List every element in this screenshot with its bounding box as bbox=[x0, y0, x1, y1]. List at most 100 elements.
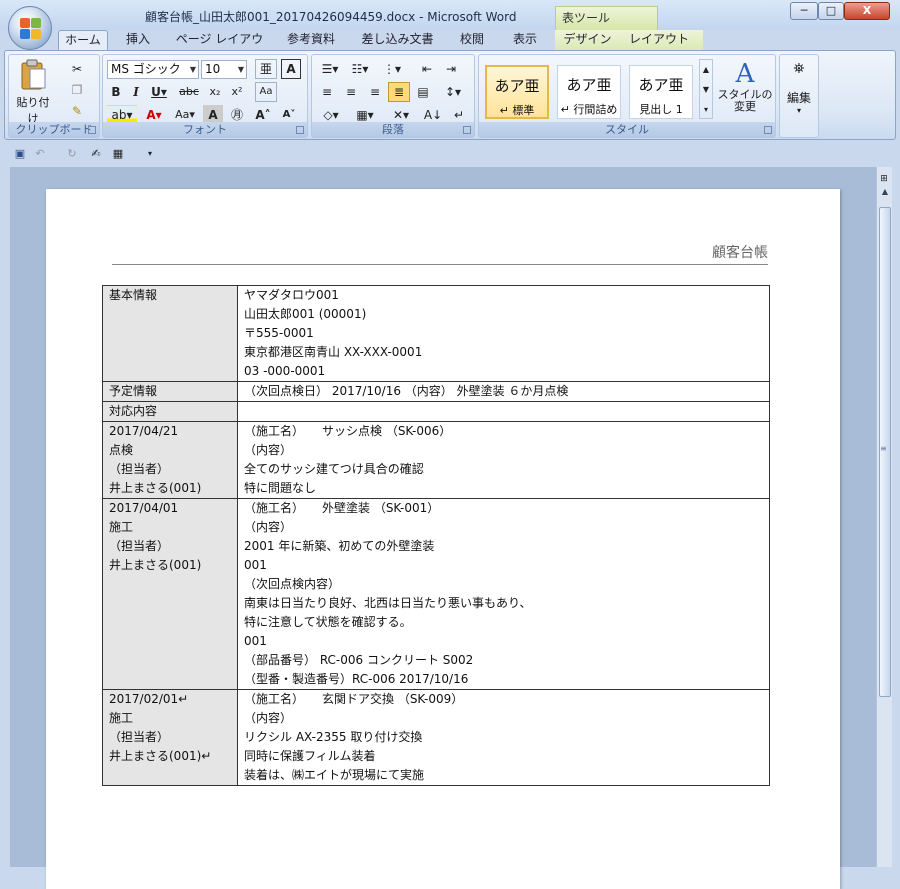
tab-table-layout[interactable]: レイアウト bbox=[628, 30, 690, 51]
ribbon: 貼り付け ▼ ✂ ❐ ✎ クリップボード MS ゴシック▼ 10▼ 亜 A B … bbox=[4, 50, 896, 140]
paragraph-group: ☰▾ ☷▾ ⋮▾ ⇤ ⇥ ≡ ≡ ≡ ≣ ▤ ↕▾ ◇▾ ▦▾ ✕▾ A↓ ↵ … bbox=[311, 54, 475, 138]
chevron-down-icon: ▼ bbox=[189, 65, 196, 74]
decrease-indent-icon[interactable]: ⇤ bbox=[416, 59, 438, 79]
clipboard-launcher-icon[interactable] bbox=[88, 126, 96, 134]
row-value-cell[interactable]: （次回点検日） 2017/10/16 （内容） 外壁塗装 ６か月点検 bbox=[237, 381, 770, 402]
row-key-cell[interactable]: 2017/02/01↵ 施工 （担当者） 井上まさる(001)↵ bbox=[102, 689, 238, 786]
save-icon[interactable]: ▣ bbox=[12, 146, 28, 162]
numbering-icon[interactable]: ☷▾ bbox=[346, 59, 374, 79]
value-line: （内容） bbox=[244, 520, 293, 534]
undo-icon[interactable]: ↶ bbox=[32, 146, 48, 162]
row-value-cell[interactable]: （施工名） 玄関ドア交換 （SK-009） （内容） リクシル AX-2355 取り… bbox=[237, 689, 770, 786]
change-styles-button[interactable]: A スタイルの 変更 bbox=[717, 59, 773, 119]
table-row: 2017/04/01 施工 （担当者） 井上まさる(001) （施工名） 外壁塗装 （S… bbox=[102, 498, 770, 690]
bold-icon[interactable]: B bbox=[107, 82, 125, 102]
align-right-icon[interactable]: ≡ bbox=[364, 82, 386, 102]
value-line: 南東は日当たり良好、北西は日当たり悪い事もあり、 bbox=[244, 596, 532, 610]
row-key-cell[interactable]: 基本情報 bbox=[102, 285, 238, 382]
ribbon-tabs: ホーム 挿入 ページ レイアウト 参考資料 差し込み文書 校閲 表示 デザイン … bbox=[0, 30, 900, 76]
subscript-icon[interactable]: x₂ bbox=[205, 82, 225, 102]
grip-icon: ≡ bbox=[880, 444, 887, 453]
styles-launcher-icon[interactable] bbox=[764, 126, 772, 134]
document-area: 顧客台帳 基本情報 ヤマダタロウ001 山田太郎001 (00001) 〒555-00… bbox=[10, 167, 876, 889]
value-line: リクシル AX-2355 取り付け交換 bbox=[244, 730, 423, 744]
bullets-icon[interactable]: ☰▾ bbox=[316, 59, 344, 79]
line-spacing-icon[interactable]: ↕▾ bbox=[440, 82, 466, 102]
align-center-icon[interactable]: ≡ bbox=[340, 82, 362, 102]
table-row: 予定情報 （次回点検日） 2017/10/16 （内容） 外壁塗装 ６か月点検 bbox=[102, 381, 770, 402]
row-value-cell[interactable]: （施工名） サッシ点検 （SK-006） （内容） 全てのサッシ建てつけ具合の確認特… bbox=[237, 421, 770, 499]
row-key-cell[interactable]: 対応内容 bbox=[102, 401, 238, 422]
row-value-cell[interactable]: （施工名） 外壁塗装 （SK-001） （内容） 2001 年に新築、初めての外壁塗… bbox=[237, 498, 770, 690]
font-group-label: フォント bbox=[103, 122, 307, 137]
tab-home[interactable]: ホーム bbox=[58, 30, 108, 51]
styles-scroll-icon[interactable]: ▲ ▼ ▾ bbox=[699, 59, 713, 119]
page-header: 顧客台帳 bbox=[712, 245, 768, 261]
tab-mailings[interactable]: 差し込み文書 bbox=[355, 30, 440, 51]
quick-access-toolbar: ▣ ↶ ↻ ✍ ▦ ▾ bbox=[8, 143, 208, 165]
style-heading-1[interactable]: あア亜 見出し 1 bbox=[629, 65, 693, 119]
font-size-combo[interactable]: 10 ▼ bbox=[201, 60, 247, 79]
clear-format-icon[interactable]: Aa bbox=[255, 82, 277, 102]
row-value-cell[interactable]: ヤマダタロウ001 山田太郎001 (00001) 〒555-0001 東京都港区南青… bbox=[237, 285, 770, 382]
row-key-cell[interactable]: 予定情報 bbox=[102, 381, 238, 402]
binoculars-icon: ⛯ bbox=[793, 61, 805, 77]
style-name: ↵ 行間詰め bbox=[560, 103, 618, 116]
row-key-cell[interactable]: 2017/04/21 点検 （担当者） 井上まさる(001) bbox=[102, 421, 238, 499]
tab-table-design[interactable]: デザイン bbox=[560, 30, 615, 51]
maximize-button[interactable]: □ bbox=[818, 2, 844, 20]
copy-icon[interactable]: ❐ bbox=[67, 80, 87, 100]
customize-qat-icon[interactable]: ▾ bbox=[142, 146, 158, 162]
chevron-down-icon: ▾ bbox=[796, 106, 801, 115]
document-page[interactable]: 顧客台帳 基本情報 ヤマダタロウ001 山田太郎001 (00001) 〒555-00… bbox=[46, 189, 840, 889]
align-left-icon[interactable]: ≡ bbox=[316, 82, 338, 102]
insert-table-icon[interactable]: ▦ bbox=[110, 146, 126, 162]
underline-icon[interactable]: U▾ bbox=[147, 82, 171, 102]
tab-review[interactable]: 校閲 bbox=[452, 30, 492, 51]
justify-icon[interactable]: ≣ bbox=[388, 82, 410, 102]
value-line: 全てのサッシ建てつけ具合の確認 bbox=[244, 462, 424, 476]
italic-icon[interactable]: I bbox=[127, 82, 145, 102]
strikethrough-icon[interactable]: abc bbox=[175, 82, 203, 102]
style-no-spacing[interactable]: あア亜 ↵ 行間詰め bbox=[557, 65, 621, 119]
key-line: 井上まさる(001)↵ bbox=[109, 749, 212, 763]
key-line: 基本情報 bbox=[109, 288, 158, 302]
phonetic-guide-icon[interactable]: 亜 bbox=[255, 59, 277, 79]
change-styles-label: スタイルの 変更 bbox=[717, 88, 773, 113]
close-button[interactable]: X bbox=[844, 2, 890, 20]
format-painter-icon[interactable]: ✎ bbox=[67, 101, 87, 121]
redo-icon[interactable]: ↻ bbox=[64, 146, 80, 162]
multilevel-list-icon[interactable]: ⋮▾ bbox=[376, 59, 408, 79]
tab-view[interactable]: 表示 bbox=[505, 30, 545, 51]
tab-insert[interactable]: 挿入 bbox=[118, 30, 158, 51]
paste-button[interactable]: 貼り付け ▼ bbox=[13, 59, 53, 135]
styles-group-label: スタイル bbox=[479, 122, 775, 137]
style-sample: あア亜 bbox=[494, 77, 540, 95]
font-launcher-icon[interactable] bbox=[296, 126, 304, 134]
char-border-icon[interactable]: A bbox=[281, 59, 301, 79]
value-line: （次回点検日） 2017/10/16 （内容） 外壁塗装 ６か月点検 bbox=[244, 384, 569, 398]
tab-page-layout[interactable]: ページ レイアウト bbox=[172, 30, 267, 65]
font-name-combo[interactable]: MS ゴシック ▼ bbox=[107, 60, 199, 79]
key-line: 2017/04/21 bbox=[109, 424, 179, 438]
editing-button[interactable]: ⛯ 編集 ▾ bbox=[782, 61, 816, 117]
row-value-cell[interactable] bbox=[237, 401, 770, 422]
value-line: 03 -000-0001 bbox=[244, 364, 326, 378]
distributed-icon[interactable]: ▤ bbox=[412, 82, 434, 102]
row-key-cell[interactable]: 2017/04/01 施工 （担当者） 井上まさる(001) bbox=[102, 498, 238, 690]
customer-table[interactable]: 基本情報 ヤマダタロウ001 山田太郎001 (00001) 〒555-0001 東京都… bbox=[102, 285, 770, 786]
scroll-up-icon[interactable]: ▲ bbox=[879, 187, 891, 201]
draw-table-icon[interactable]: ✍ bbox=[88, 146, 104, 162]
office-button[interactable] bbox=[8, 6, 52, 50]
superscript-icon[interactable]: x² bbox=[227, 82, 247, 102]
value-line: 東京都港区南青山 XX-XXX-0001 bbox=[244, 345, 423, 359]
style-normal[interactable]: あア亜 ↵ 標準 bbox=[485, 65, 549, 119]
tab-references[interactable]: 参考資料 bbox=[280, 30, 342, 51]
cut-icon[interactable]: ✂ bbox=[67, 59, 87, 79]
minimize-button[interactable]: ─ bbox=[790, 2, 818, 20]
value-line: （内容） bbox=[244, 443, 293, 457]
vertical-scrollbar[interactable]: ▲ ≡ bbox=[876, 167, 892, 867]
ruler-toggle-icon[interactable]: ⊞ bbox=[877, 174, 891, 188]
paragraph-launcher-icon[interactable] bbox=[463, 126, 471, 134]
increase-indent-icon[interactable]: ⇥ bbox=[440, 59, 462, 79]
